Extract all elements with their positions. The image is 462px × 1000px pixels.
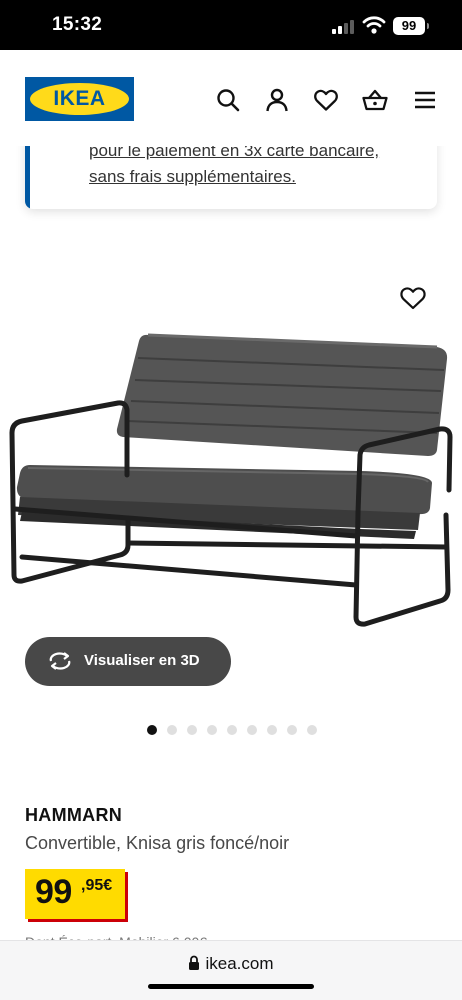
visualize-3d-label: Visualiser en 3D [84, 652, 200, 669]
home-indicator [148, 984, 314, 989]
carousel-dot[interactable] [227, 725, 237, 735]
price-decimal: ,95€ [81, 877, 113, 894]
site-header: IKEA [0, 50, 462, 146]
product-name: HAMMARN [25, 805, 123, 825]
carousel-dot[interactable] [247, 725, 257, 735]
price-integer: 99 [35, 873, 72, 911]
carousel-dot[interactable] [187, 725, 197, 735]
battery-indicator: 99 [393, 17, 429, 35]
shopping-basket-icon[interactable] [362, 87, 388, 113]
status-time: 15:32 [52, 14, 103, 35]
carousel-dot[interactable] [287, 725, 297, 735]
menu-icon[interactable] [412, 87, 438, 113]
user-icon[interactable] [264, 87, 290, 113]
lock-icon [189, 955, 200, 970]
carousel-dot[interactable] [167, 725, 177, 735]
carousel-dot[interactable] [207, 725, 217, 735]
carousel-dot[interactable] [307, 725, 317, 735]
product-image[interactable] [0, 325, 462, 630]
product-description: Convertible, Knisa gris foncé/noir [25, 833, 290, 853]
carousel-dot[interactable] [147, 725, 157, 735]
payment-info-line-2: sans frais supplémentaires. [89, 167, 296, 186]
cellular-signal-icon [332, 18, 356, 34]
price-tag: 99 ,95€ [25, 869, 125, 919]
rotate-3d-icon [49, 652, 71, 670]
browser-address-bar[interactable]: ikea.com [0, 940, 462, 1000]
carousel-dot[interactable] [267, 725, 277, 735]
url-text: ikea.com [205, 954, 274, 973]
ikea-logo[interactable]: IKEA [25, 77, 134, 121]
heart-icon[interactable] [313, 87, 339, 113]
add-to-favorites-heart-icon[interactable] [399, 285, 427, 311]
logo-text: IKEA [53, 87, 106, 110]
wifi-icon [362, 16, 386, 34]
search-icon[interactable] [215, 87, 241, 113]
visualize-3d-button[interactable]: Visualiser en 3D [25, 637, 231, 686]
status-bar: 15:32 99 [0, 0, 462, 50]
url-row[interactable]: ikea.com [0, 954, 462, 974]
